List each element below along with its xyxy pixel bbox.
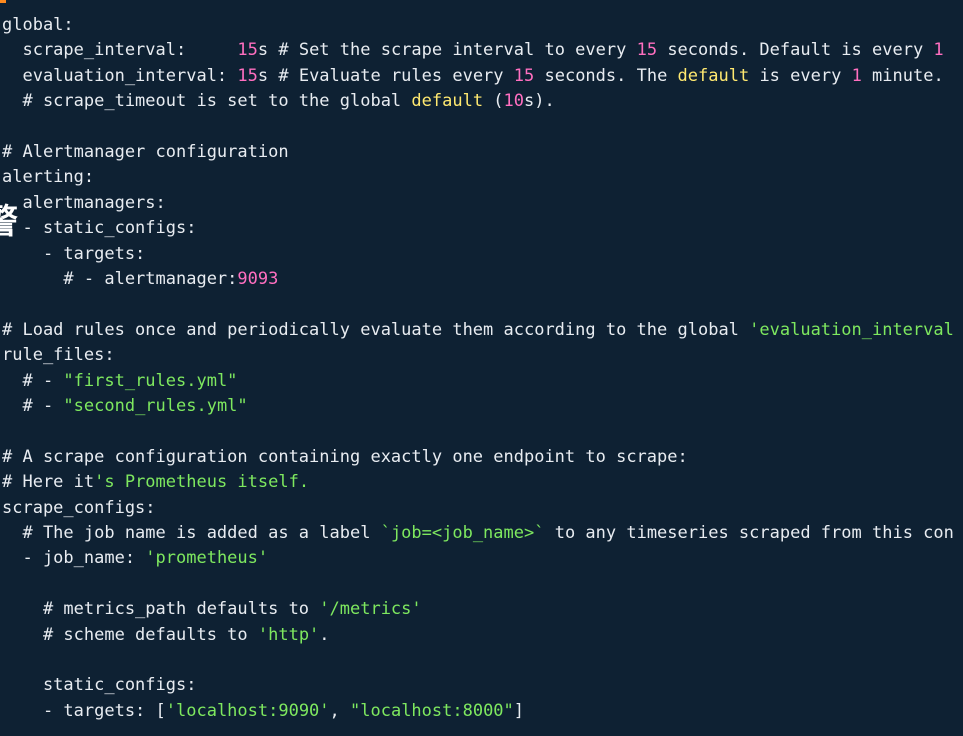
code-token: alerting: (2, 167, 95, 188)
code-token: # Alertmanager configuration (2, 142, 289, 162)
code-line: # - "second_rules.yml" (2, 394, 963, 419)
code-token: # scheme defaults to (2, 624, 258, 645)
code-token: s). (524, 91, 555, 112)
code-token: # The job name is added as a label (2, 523, 381, 543)
code-line: alertmanagers: (2, 191, 963, 216)
code-token: scrape_interval: (2, 40, 238, 61)
code-token: 'evaluation_interval (749, 319, 954, 340)
code-token: 15 (513, 65, 535, 86)
code-token: - targets: [ (2, 700, 166, 721)
overlay-glyph-text: 警 (0, 202, 18, 242)
code-token: - static_configs: (2, 218, 197, 239)
code-token: 's Prometheus itself. (94, 472, 310, 493)
code-line: alerting: (2, 165, 963, 190)
code-line: - targets: ['localhost:9090', "localhost… (2, 699, 963, 724)
code-line: # - "first_rules.yml" (2, 369, 963, 394)
code-line: # - alertmanager:9093 (2, 267, 963, 292)
code-token: scrape_configs: (2, 497, 156, 518)
code-line: # Load rules once and periodically evalu… (2, 318, 963, 343)
code-token: "first_rules.yml" (63, 370, 238, 391)
code-token: s # Set the scrape interval to every (257, 40, 637, 61)
code-token: 'localhost:9090' (165, 700, 330, 721)
code-token: 10 (503, 91, 525, 112)
code-editor[interactable]: global: scrape_interval: 15s # Set the s… (0, 0, 963, 736)
code-token: "localhost:8000" (350, 700, 514, 721)
code-token: rule_files: (2, 345, 115, 366)
code-line: # The job name is added as a label `job=… (2, 521, 963, 546)
code-line: # scrape_timeout is set to the global de… (2, 89, 963, 114)
code-token: seconds. The (534, 65, 678, 86)
code-line: # A scrape configuration containing exac… (2, 445, 963, 470)
code-token: 1 (933, 40, 944, 61)
code-line: rule_files: (2, 343, 963, 368)
code-token: seconds. Default is every (657, 40, 934, 61)
code-token: # A scrape configuration containing exac… (2, 446, 688, 467)
code-token: # - (2, 370, 64, 391)
code-token: - job_name: (2, 548, 146, 569)
code-line: evaluation_interval: 15s # Evaluate rule… (2, 64, 963, 89)
code-token: # - alertmanager: (2, 269, 238, 289)
code-token: minute. (861, 65, 944, 86)
code-token: # scrape_timeout is set to the global (2, 91, 412, 112)
code-token: s # Evaluate rules every (257, 65, 514, 86)
code-token: is every (749, 65, 852, 86)
code-token: evaluation_interval: (2, 65, 238, 86)
code-token: "second_rules.yml" (63, 396, 248, 416)
code-token: ] (513, 700, 525, 721)
code-token: 15 (636, 40, 658, 61)
code-line: - job_name: 'prometheus' (2, 546, 963, 571)
code-token: 'http' (257, 624, 320, 645)
code-token: default (411, 91, 484, 112)
code-token: to any timeseries scraped from this con (544, 523, 954, 543)
code-token: default (677, 65, 750, 86)
code-token: # metrics_path defaults to (2, 599, 320, 620)
code-token: 15 (237, 40, 258, 61)
code-token: 9093 (237, 269, 279, 289)
code-token: 15 (237, 65, 258, 86)
code-line: # Here it's Prometheus itself. (2, 470, 963, 495)
overlay-chinese-glyph: 警 (0, 199, 18, 245)
code-line: scrape_interval: 15s # Set the scrape in… (2, 38, 963, 63)
code-token: , (329, 700, 351, 721)
code-token: - targets: (2, 243, 146, 264)
code-token: '/metrics' (319, 599, 422, 620)
code-line: static_configs: (2, 673, 963, 698)
code-token: 1 (851, 65, 862, 86)
code-line: - targets: (2, 242, 963, 267)
code-token: . (319, 624, 330, 645)
code-line: # scheme defaults to 'http'. (2, 623, 963, 648)
code-token: # - (2, 396, 64, 416)
code-token: `job=<job_name>` (380, 523, 545, 543)
code-token: ( (483, 91, 504, 112)
code-token: # Here it (2, 472, 95, 493)
code-token: # Load rules once and periodically evalu… (2, 319, 750, 340)
code-line: # metrics_path defaults to '/metrics' (2, 597, 963, 622)
code-line: # Alertmanager configuration (2, 140, 963, 165)
code-token: global: (2, 15, 74, 35)
code-line: scrape_configs: (2, 496, 963, 521)
code-token: static_configs: (2, 675, 197, 696)
code-token: alertmanagers: (2, 192, 166, 213)
code-line: - static_configs: (2, 216, 963, 241)
code-token: 'prometheus' (145, 548, 269, 569)
cursor-marker (0, 0, 6, 3)
code-line: global: (2, 13, 963, 38)
